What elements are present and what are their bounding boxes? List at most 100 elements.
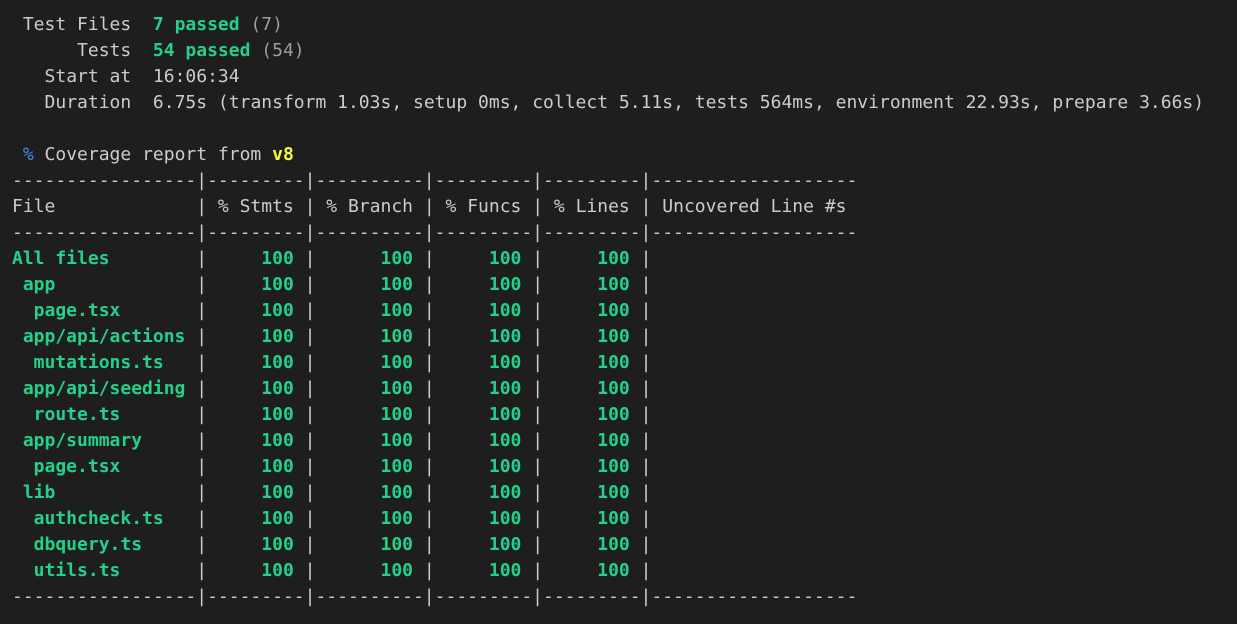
column-divider: | xyxy=(196,404,218,425)
column-divider: | xyxy=(629,352,663,373)
funcs-value: 100 xyxy=(445,300,522,321)
file-name: page.tsx xyxy=(12,456,197,477)
column-divider: | xyxy=(413,482,446,503)
stmts-value: 100 xyxy=(217,534,294,555)
branch-value: 100 xyxy=(326,534,413,555)
coverage-provider: v8 xyxy=(272,144,294,165)
file-name: app/summary xyxy=(12,430,197,451)
table-row: lib | 100 | 100 | 100 | 100 | xyxy=(12,480,662,506)
header-uncovered: Uncovered Line #s xyxy=(662,196,858,217)
column-divider: | xyxy=(293,274,327,295)
table-header-row: File | % Stmts | % Branch | % Funcs | % … xyxy=(12,196,858,217)
duration-line: Duration 6.75s (transform 1.03s, setup 0… xyxy=(12,90,1205,116)
branch-value: 100 xyxy=(326,326,413,347)
column-divider: | xyxy=(196,534,218,555)
column-divider: | xyxy=(521,508,554,529)
column-divider: | xyxy=(196,560,218,581)
column-divider: | xyxy=(413,326,446,347)
coverage-title-line: % Coverage report from v8 xyxy=(12,142,294,168)
column-divider: | xyxy=(413,508,446,529)
header-branch: % Branch xyxy=(326,196,413,217)
file-name: route.ts xyxy=(12,404,197,425)
column-divider: | xyxy=(629,326,663,347)
table-row: route.ts | 100 | 100 | 100 | 100 | xyxy=(12,402,662,428)
start-label: Start at xyxy=(44,66,132,87)
file-name: app/api/actions xyxy=(12,326,197,347)
terminal-output: Test Files 7 passed (7) Tests 54 passed … xyxy=(0,0,1237,624)
column-divider: | xyxy=(293,404,327,425)
column-divider: | xyxy=(521,326,554,347)
branch-value: 100 xyxy=(326,482,413,503)
funcs-value: 100 xyxy=(445,482,522,503)
table-row: app/summary | 100 | 100 | 100 | 100 | xyxy=(12,428,662,454)
branch-value: 100 xyxy=(326,508,413,529)
table-separator-bottom: -----------------|---------|----------|-… xyxy=(12,586,858,607)
tests-label: Tests xyxy=(77,40,132,61)
column-divider: | xyxy=(293,326,327,347)
column-divider: | xyxy=(629,274,663,295)
funcs-value: 100 xyxy=(445,430,522,451)
start-line: Start at 16:06:34 xyxy=(12,64,240,90)
column-divider: | xyxy=(629,560,663,581)
column-divider: | xyxy=(293,482,327,503)
branch-value: 100 xyxy=(326,430,413,451)
percent-icon: % xyxy=(22,144,34,165)
file-name: authcheck.ts xyxy=(12,508,197,529)
column-divider: | xyxy=(293,508,327,529)
lines-value: 100 xyxy=(553,508,630,529)
header-file: File xyxy=(12,196,197,217)
lines-value: 100 xyxy=(553,378,630,399)
branch-value: 100 xyxy=(326,352,413,373)
header-funcs: % Funcs xyxy=(445,196,522,217)
stmts-value: 100 xyxy=(217,274,294,295)
test-files-line: Test Files 7 passed (7) xyxy=(12,12,283,38)
file-name: app/api/seeding xyxy=(12,378,197,399)
column-divider: | xyxy=(293,560,327,581)
lines-value: 100 xyxy=(553,456,630,477)
column-divider: | xyxy=(196,378,218,399)
column-divider: | xyxy=(521,274,554,295)
column-divider: | xyxy=(293,300,327,321)
lines-value: 100 xyxy=(553,352,630,373)
column-divider: | xyxy=(196,430,218,451)
test-files-passed: 7 passed xyxy=(152,14,240,35)
lines-value: 100 xyxy=(553,560,630,581)
table-separator-header: -----------------|---------|----------|-… xyxy=(12,222,858,243)
column-divider: | xyxy=(521,482,554,503)
table-row: utils.ts | 100 | 100 | 100 | 100 | xyxy=(12,558,662,584)
column-divider: | xyxy=(521,300,554,321)
column-divider: | xyxy=(629,534,663,555)
lines-value: 100 xyxy=(553,534,630,555)
lines-value: 100 xyxy=(553,248,630,269)
column-divider: | xyxy=(413,352,446,373)
funcs-value: 100 xyxy=(445,534,522,555)
table-row: mutations.ts | 100 | 100 | 100 | 100 | xyxy=(12,350,662,376)
header-lines: % Lines xyxy=(553,196,630,217)
column-divider: | xyxy=(413,456,446,477)
column-divider: | xyxy=(196,326,218,347)
stmts-value: 100 xyxy=(217,352,294,373)
file-name: dbquery.ts xyxy=(12,534,197,555)
stmts-value: 100 xyxy=(217,248,294,269)
stmts-value: 100 xyxy=(217,482,294,503)
column-divider: | xyxy=(196,456,218,477)
column-divider: | xyxy=(293,430,327,451)
funcs-value: 100 xyxy=(445,378,522,399)
tests-total: (54) xyxy=(261,40,305,61)
lines-value: 100 xyxy=(553,482,630,503)
column-divider: | xyxy=(629,300,663,321)
column-divider: | xyxy=(413,430,446,451)
table-row: app/api/actions | 100 | 100 | 100 | 100 … xyxy=(12,324,662,350)
header-stmts: % Stmts xyxy=(217,196,294,217)
column-divider: | xyxy=(629,248,663,269)
test-files-total: (7) xyxy=(250,14,283,35)
table-row: page.tsx | 100 | 100 | 100 | 100 | xyxy=(12,298,662,324)
column-divider: | xyxy=(196,508,218,529)
column-divider: | xyxy=(196,248,218,269)
file-name: All files xyxy=(12,248,197,269)
funcs-value: 100 xyxy=(445,456,522,477)
column-divider: | xyxy=(196,352,218,373)
funcs-value: 100 xyxy=(445,248,522,269)
column-divider: | xyxy=(413,300,446,321)
table-row: dbquery.ts | 100 | 100 | 100 | 100 | xyxy=(12,532,662,558)
